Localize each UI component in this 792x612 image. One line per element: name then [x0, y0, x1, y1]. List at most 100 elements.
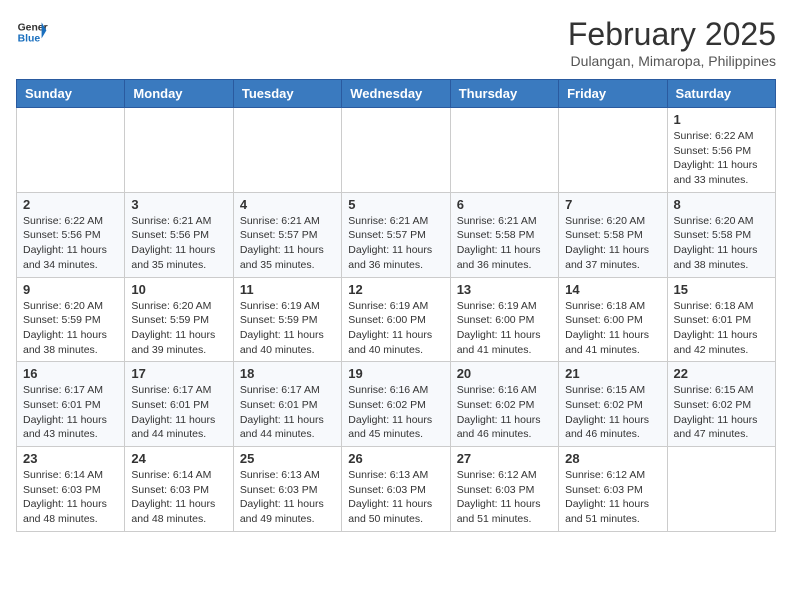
day-number: 7	[565, 197, 660, 212]
day-info: Sunrise: 6:20 AM Sunset: 5:59 PM Dayligh…	[23, 299, 118, 358]
calendar-cell: 18 Sunrise: 6:17 AM Sunset: 6:01 PM Dayli…	[233, 362, 341, 447]
day-number: 3	[131, 197, 226, 212]
day-number: 20	[457, 366, 552, 381]
calendar-cell: 24 Sunrise: 6:14 AM Sunset: 6:03 PM Dayli…	[125, 447, 233, 532]
day-number: 13	[457, 282, 552, 297]
day-number: 27	[457, 451, 552, 466]
calendar-cell: 20 Sunrise: 6:16 AM Sunset: 6:02 PM Dayli…	[450, 362, 558, 447]
calendar-cell: 4 Sunrise: 6:21 AM Sunset: 5:57 PM Daylig…	[233, 192, 341, 277]
month-year-title: February 2025	[568, 16, 776, 53]
day-info: Sunrise: 6:22 AM Sunset: 5:56 PM Dayligh…	[674, 129, 769, 188]
calendar-week-row: 16 Sunrise: 6:17 AM Sunset: 6:01 PM Dayli…	[17, 362, 776, 447]
day-number: 1	[674, 112, 769, 127]
day-number: 11	[240, 282, 335, 297]
day-info: Sunrise: 6:21 AM Sunset: 5:56 PM Dayligh…	[131, 214, 226, 273]
calendar-cell: 8 Sunrise: 6:20 AM Sunset: 5:58 PM Daylig…	[667, 192, 775, 277]
day-info: Sunrise: 6:15 AM Sunset: 6:02 PM Dayligh…	[674, 383, 769, 442]
calendar-week-row: 23 Sunrise: 6:14 AM Sunset: 6:03 PM Dayli…	[17, 447, 776, 532]
day-number: 2	[23, 197, 118, 212]
day-of-week-header: Monday	[125, 80, 233, 108]
calendar-cell	[450, 108, 558, 193]
calendar-cell	[342, 108, 450, 193]
calendar-cell	[559, 108, 667, 193]
calendar-cell: 21 Sunrise: 6:15 AM Sunset: 6:02 PM Dayli…	[559, 362, 667, 447]
day-info: Sunrise: 6:14 AM Sunset: 6:03 PM Dayligh…	[23, 468, 118, 527]
day-info: Sunrise: 6:16 AM Sunset: 6:02 PM Dayligh…	[457, 383, 552, 442]
day-number: 21	[565, 366, 660, 381]
calendar-cell: 26 Sunrise: 6:13 AM Sunset: 6:03 PM Dayli…	[342, 447, 450, 532]
calendar-cell: 27 Sunrise: 6:12 AM Sunset: 6:03 PM Dayli…	[450, 447, 558, 532]
calendar-cell: 11 Sunrise: 6:19 AM Sunset: 5:59 PM Dayli…	[233, 277, 341, 362]
day-number: 26	[348, 451, 443, 466]
day-info: Sunrise: 6:15 AM Sunset: 6:02 PM Dayligh…	[565, 383, 660, 442]
calendar-cell	[233, 108, 341, 193]
calendar-cell: 19 Sunrise: 6:16 AM Sunset: 6:02 PM Dayli…	[342, 362, 450, 447]
day-info: Sunrise: 6:17 AM Sunset: 6:01 PM Dayligh…	[23, 383, 118, 442]
day-info: Sunrise: 6:18 AM Sunset: 6:01 PM Dayligh…	[674, 299, 769, 358]
day-of-week-header: Tuesday	[233, 80, 341, 108]
day-info: Sunrise: 6:20 AM Sunset: 5:59 PM Dayligh…	[131, 299, 226, 358]
day-info: Sunrise: 6:21 AM Sunset: 5:57 PM Dayligh…	[240, 214, 335, 273]
day-number: 19	[348, 366, 443, 381]
calendar-cell: 10 Sunrise: 6:20 AM Sunset: 5:59 PM Dayli…	[125, 277, 233, 362]
day-of-week-header: Sunday	[17, 80, 125, 108]
calendar-cell: 2Sunrise: 6:22 AM Sunset: 5:56 PM Daylig…	[17, 192, 125, 277]
day-info: Sunrise: 6:13 AM Sunset: 6:03 PM Dayligh…	[240, 468, 335, 527]
calendar-cell: 15Sunrise: 6:18 AM Sunset: 6:01 PM Dayli…	[667, 277, 775, 362]
logo-icon: General Blue	[16, 16, 48, 48]
calendar-table: SundayMondayTuesdayWednesdayThursdayFrid…	[16, 79, 776, 532]
location-subtitle: Dulangan, Mimaropa, Philippines	[568, 53, 776, 69]
calendar-cell: 16 Sunrise: 6:17 AM Sunset: 6:01 PM Dayli…	[17, 362, 125, 447]
day-number: 17	[131, 366, 226, 381]
calendar-cell: 23 Sunrise: 6:14 AM Sunset: 6:03 PM Dayli…	[17, 447, 125, 532]
day-info: Sunrise: 6:17 AM Sunset: 6:01 PM Dayligh…	[131, 383, 226, 442]
day-info: Sunrise: 6:17 AM Sunset: 6:01 PM Dayligh…	[240, 383, 335, 442]
day-info: Sunrise: 6:21 AM Sunset: 5:57 PM Dayligh…	[348, 214, 443, 273]
day-number: 8	[674, 197, 769, 212]
day-number: 12	[348, 282, 443, 297]
calendar-header-row: SundayMondayTuesdayWednesdayThursdayFrid…	[17, 80, 776, 108]
day-number: 9	[23, 282, 118, 297]
day-info: Sunrise: 6:20 AM Sunset: 5:58 PM Dayligh…	[565, 214, 660, 273]
day-number: 4	[240, 197, 335, 212]
calendar-week-row: 9 Sunrise: 6:20 AM Sunset: 5:59 PM Daylig…	[17, 277, 776, 362]
calendar-cell: 6 Sunrise: 6:21 AM Sunset: 5:58 PM Daylig…	[450, 192, 558, 277]
day-number: 10	[131, 282, 226, 297]
day-number: 14	[565, 282, 660, 297]
calendar-cell: 1 Sunrise: 6:22 AM Sunset: 5:56 PM Daylig…	[667, 108, 775, 193]
day-info: Sunrise: 6:21 AM Sunset: 5:58 PM Dayligh…	[457, 214, 552, 273]
logo: General Blue	[16, 16, 48, 48]
calendar-cell: 28 Sunrise: 6:12 AM Sunset: 6:03 PM Dayli…	[559, 447, 667, 532]
day-number: 6	[457, 197, 552, 212]
calendar-cell: 9 Sunrise: 6:20 AM Sunset: 5:59 PM Daylig…	[17, 277, 125, 362]
day-number: 24	[131, 451, 226, 466]
day-number: 28	[565, 451, 660, 466]
day-of-week-header: Wednesday	[342, 80, 450, 108]
calendar-cell	[667, 447, 775, 532]
day-info: Sunrise: 6:13 AM Sunset: 6:03 PM Dayligh…	[348, 468, 443, 527]
day-info: Sunrise: 6:14 AM Sunset: 6:03 PM Dayligh…	[131, 468, 226, 527]
calendar-cell	[17, 108, 125, 193]
svg-text:Blue: Blue	[18, 34, 41, 45]
day-number: 16	[23, 366, 118, 381]
day-info: Sunrise: 6:18 AM Sunset: 6:00 PM Dayligh…	[565, 299, 660, 358]
day-number: 5	[348, 197, 443, 212]
day-info: Sunrise: 6:19 AM Sunset: 5:59 PM Dayligh…	[240, 299, 335, 358]
day-info: Sunrise: 6:19 AM Sunset: 6:00 PM Dayligh…	[457, 299, 552, 358]
day-info: Sunrise: 6:12 AM Sunset: 6:03 PM Dayligh…	[457, 468, 552, 527]
calendar-week-row: 2Sunrise: 6:22 AM Sunset: 5:56 PM Daylig…	[17, 192, 776, 277]
calendar-cell: 5 Sunrise: 6:21 AM Sunset: 5:57 PM Daylig…	[342, 192, 450, 277]
calendar-cell: 3 Sunrise: 6:21 AM Sunset: 5:56 PM Daylig…	[125, 192, 233, 277]
calendar-cell: 12Sunrise: 6:19 AM Sunset: 6:00 PM Dayli…	[342, 277, 450, 362]
day-number: 22	[674, 366, 769, 381]
calendar-cell	[125, 108, 233, 193]
day-of-week-header: Saturday	[667, 80, 775, 108]
day-of-week-header: Thursday	[450, 80, 558, 108]
calendar-cell: 13 Sunrise: 6:19 AM Sunset: 6:00 PM Dayli…	[450, 277, 558, 362]
day-info: Sunrise: 6:16 AM Sunset: 6:02 PM Dayligh…	[348, 383, 443, 442]
day-number: 23	[23, 451, 118, 466]
day-number: 18	[240, 366, 335, 381]
day-info: Sunrise: 6:12 AM Sunset: 6:03 PM Dayligh…	[565, 468, 660, 527]
day-number: 25	[240, 451, 335, 466]
day-info: Sunrise: 6:20 AM Sunset: 5:58 PM Dayligh…	[674, 214, 769, 273]
